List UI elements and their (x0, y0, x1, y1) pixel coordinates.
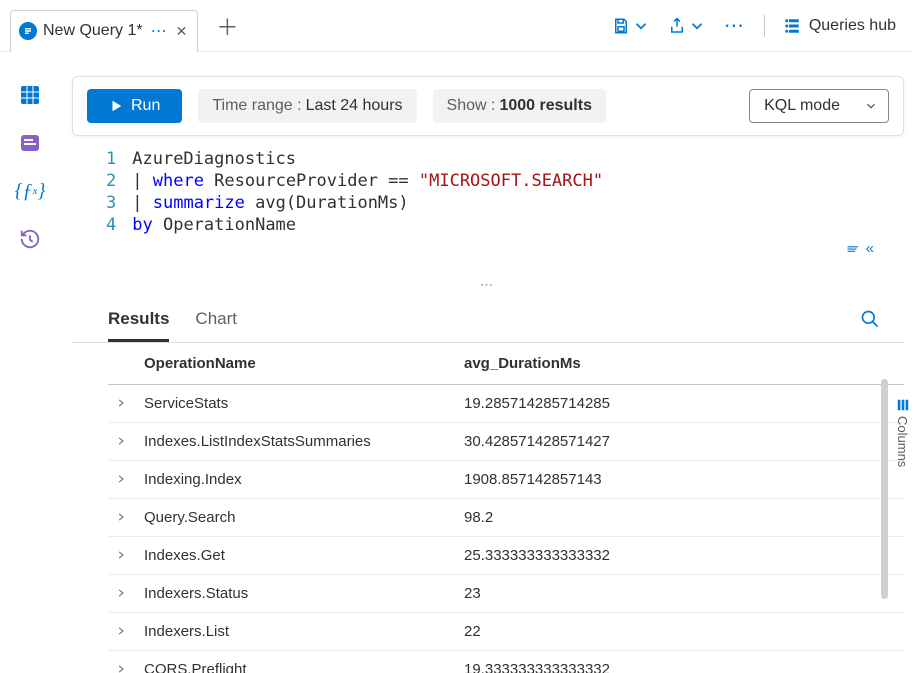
share-button[interactable] (668, 17, 706, 35)
cell-operation: Indexing.Index (136, 461, 456, 499)
cell-operation: Indexes.ListIndexStatsSummaries (136, 423, 456, 461)
table-row[interactable]: CORS.Preflight19.333333333333332 (108, 651, 904, 673)
left-rail: {ƒx} (0, 52, 60, 673)
results-tabs: Results Chart (72, 299, 904, 343)
results-table: OperationName avg_DurationMs ServiceStat… (108, 343, 904, 673)
expand-row-icon[interactable] (108, 651, 136, 673)
cell-operation: Indexes.Get (136, 537, 456, 575)
cell-operation: Query.Search (136, 499, 456, 537)
table-row[interactable]: Query.Search98.2 (108, 499, 904, 537)
table-row[interactable]: ServiceStats19.285714285714285 (108, 385, 904, 423)
query-toolbar: Run Time range : Last 24 hours Show : 10… (72, 76, 904, 136)
cell-avg: 22 (456, 613, 904, 651)
cell-operation: Indexers.List (136, 613, 456, 651)
chevron-down-icon (864, 99, 878, 113)
resize-handle[interactable]: ⋯ (72, 277, 904, 293)
close-icon[interactable]: ✕ (176, 23, 188, 40)
table-header-row: OperationName avg_DurationMs (108, 343, 904, 385)
collapse-results-icon[interactable]: « (846, 240, 874, 257)
table-row[interactable]: Indexing.Index1908.857142857143 (108, 461, 904, 499)
table-row[interactable]: Indexers.List22 (108, 613, 904, 651)
columns-panel-label: Columns (895, 416, 910, 467)
tables-icon[interactable] (17, 82, 43, 108)
queries-hub-label: Queries hub (809, 17, 896, 35)
time-range-value: Last 24 hours (306, 97, 403, 115)
table-row[interactable]: Indexes.ListIndexStatsSummaries30.428571… (108, 423, 904, 461)
code-body[interactable]: AzureDiagnostics| where ResourceProvider… (132, 148, 904, 236)
line-gutter: 1 2 3 4 (72, 148, 132, 236)
cell-avg: 19.333333333333332 (456, 651, 904, 673)
queries-hub-button[interactable]: Queries hub (783, 17, 896, 35)
mode-dropdown[interactable]: KQL mode (749, 89, 889, 123)
top-bar: New Query 1* ⋯ ✕ ＋ ⋯ Queries hub (0, 0, 912, 52)
top-right-actions: ⋯ Queries hub (612, 13, 904, 38)
mode-label: KQL mode (764, 97, 840, 115)
col-operation[interactable]: OperationName (136, 343, 456, 385)
separator (764, 15, 765, 37)
cell-avg: 30.428571428571427 (456, 423, 904, 461)
cell-avg: 19.285714285714285 (456, 385, 904, 423)
code-editor[interactable]: 1 2 3 4 AzureDiagnostics| where Resource… (72, 148, 904, 236)
scrollbar[interactable] (881, 379, 888, 599)
expand-row-icon[interactable] (108, 537, 136, 575)
expand-row-icon[interactable] (108, 385, 136, 423)
columns-panel-toggle[interactable]: Columns (895, 398, 910, 467)
more-actions-icon[interactable]: ⋯ (724, 13, 746, 38)
functions-icon[interactable]: {ƒx} (17, 178, 43, 204)
cell-avg: 98.2 (456, 499, 904, 537)
content-area: Run Time range : Last 24 hours Show : 10… (60, 52, 912, 673)
show-label: Show : (447, 97, 496, 115)
tab-chart[interactable]: Chart (195, 309, 237, 342)
results-table-container: OperationName avg_DurationMs ServiceStat… (72, 343, 904, 673)
cell-avg: 1908.857142857143 (456, 461, 904, 499)
queries-icon[interactable] (17, 130, 43, 156)
col-avg[interactable]: avg_DurationMs (456, 343, 904, 385)
cell-operation: ServiceStats (136, 385, 456, 423)
expand-row-icon[interactable] (108, 613, 136, 651)
show-selector[interactable]: Show : 1000 results (433, 89, 606, 123)
expand-row-icon[interactable] (108, 499, 136, 537)
save-button[interactable] (612, 17, 650, 35)
new-tab-button[interactable]: ＋ (216, 10, 238, 42)
time-range-label: Time range : (212, 97, 301, 115)
expand-row-icon[interactable] (108, 461, 136, 499)
cell-operation: Indexers.Status (136, 575, 456, 613)
cell-avg: 25.333333333333332 (456, 537, 904, 575)
query-tab[interactable]: New Query 1* ⋯ ✕ (10, 10, 198, 52)
run-label: Run (131, 97, 160, 115)
cell-avg: 23 (456, 575, 904, 613)
log-analytics-icon (19, 22, 37, 40)
search-results-icon[interactable] (860, 309, 880, 332)
tab-results[interactable]: Results (108, 309, 169, 342)
show-value: 1000 results (499, 97, 592, 115)
table-row[interactable]: Indexers.Status23 (108, 575, 904, 613)
time-range-selector[interactable]: Time range : Last 24 hours (198, 89, 416, 123)
expand-row-icon[interactable] (108, 575, 136, 613)
history-icon[interactable] (17, 226, 43, 252)
cell-operation: CORS.Preflight (136, 651, 456, 673)
tab-title: New Query 1* (43, 22, 143, 40)
run-button[interactable]: Run (87, 89, 182, 123)
tab-menu-icon[interactable]: ⋯ (151, 21, 168, 41)
main-area: {ƒx} Run Time range : Last 24 hours Show… (0, 52, 912, 673)
expand-row-icon[interactable] (108, 423, 136, 461)
table-row[interactable]: Indexes.Get25.333333333333332 (108, 537, 904, 575)
